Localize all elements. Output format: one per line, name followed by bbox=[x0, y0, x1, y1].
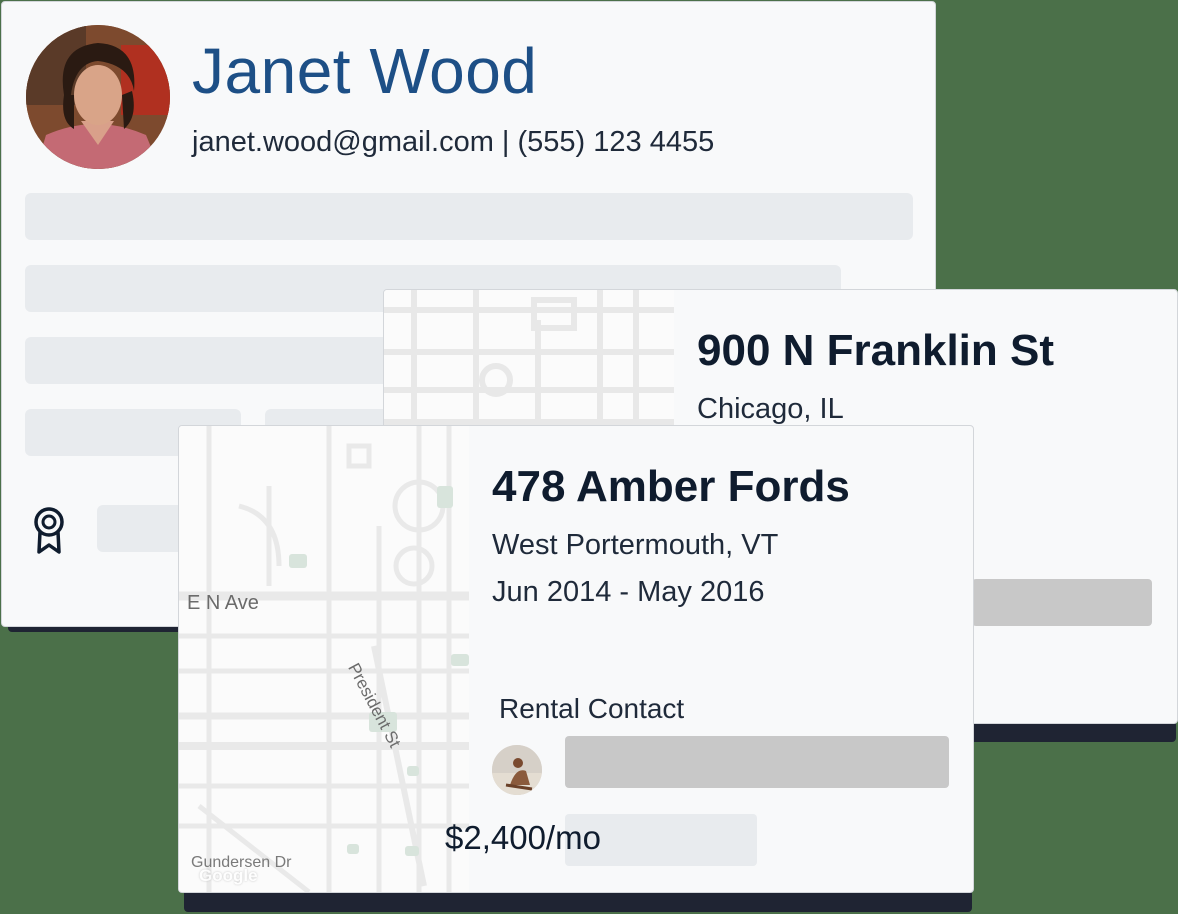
back-placeholder-bar bbox=[972, 579, 1152, 626]
front-city: West Portermouth, VT bbox=[492, 529, 779, 561]
map-front[interactable]: E N Ave President St Gundersen Dr Google bbox=[179, 426, 469, 892]
rent-amount: $2,400/mo bbox=[445, 819, 601, 856]
map-attribution: Google bbox=[199, 866, 258, 885]
profile-contact: janet.wood@gmail.com | (555) 123 4455 bbox=[192, 126, 715, 158]
front-dates: Jun 2014 - May 2016 bbox=[492, 576, 765, 608]
back-city: Chicago, IL bbox=[697, 393, 844, 425]
avatar bbox=[26, 25, 170, 169]
rental-contact-name-placeholder bbox=[565, 736, 949, 788]
back-street: 900 N Franklin St bbox=[697, 326, 1055, 375]
front-street: 478 Amber Fords bbox=[492, 462, 850, 511]
rental-contact-avatar[interactable] bbox=[492, 745, 542, 795]
rental-contact-label: Rental Contact bbox=[499, 693, 685, 724]
map-label-avenue: E N Ave bbox=[187, 592, 259, 614]
profile-name: Janet Wood bbox=[192, 35, 538, 107]
address-card-front[interactable]: E N Ave President St Gundersen Dr Google… bbox=[178, 425, 974, 893]
skeleton-line-1 bbox=[25, 193, 913, 240]
award-ribbon-icon bbox=[30, 505, 68, 555]
